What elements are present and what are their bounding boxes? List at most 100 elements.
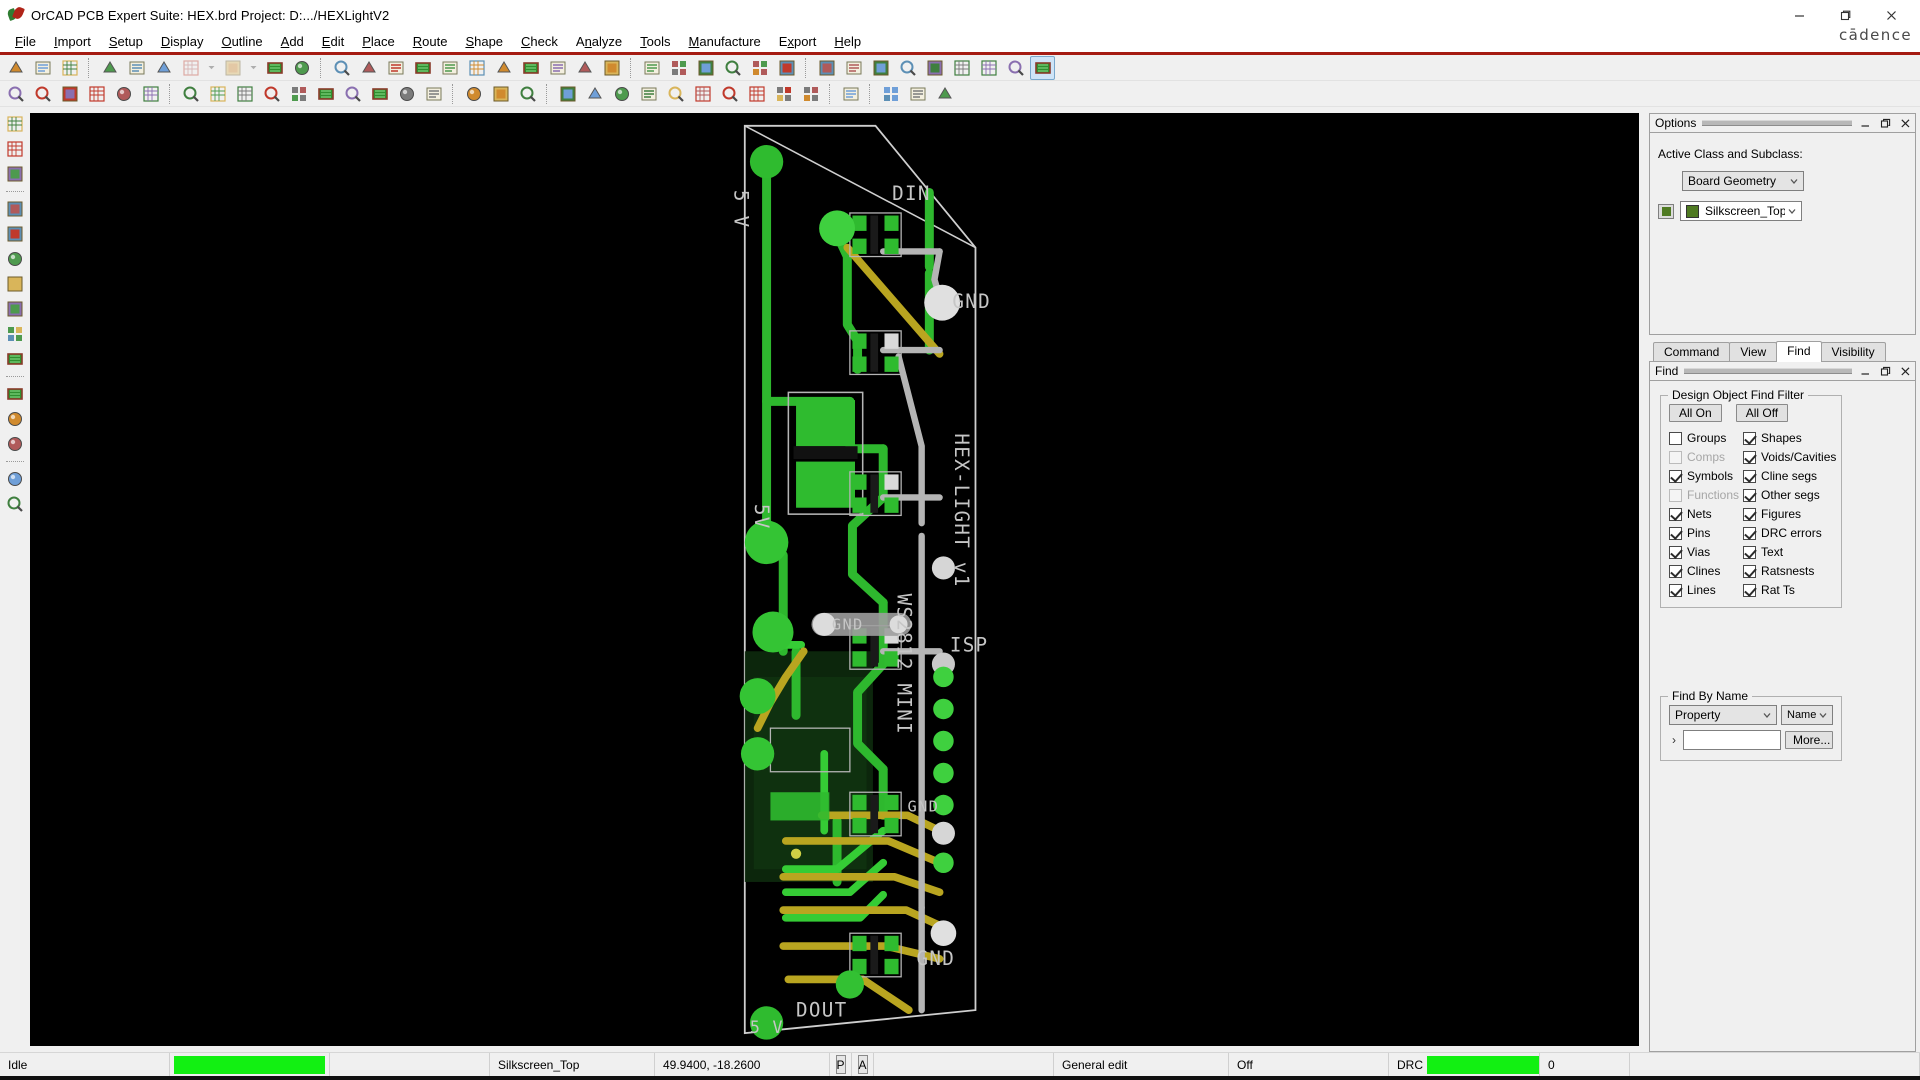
redraw-icon[interactable] bbox=[545, 56, 570, 80]
menu-item-export[interactable]: Export bbox=[770, 32, 826, 51]
tab-view[interactable]: View bbox=[1729, 342, 1777, 362]
rail-add-via-icon[interactable] bbox=[3, 468, 27, 490]
rail-drc-icon[interactable] bbox=[3, 383, 27, 405]
zoom-selection-icon[interactable] bbox=[518, 56, 543, 80]
move-icon[interactable] bbox=[97, 56, 122, 80]
subclass-visibility-toggle[interactable] bbox=[1658, 204, 1674, 219]
library-icon[interactable] bbox=[582, 82, 607, 106]
oval-icon[interactable] bbox=[367, 82, 392, 106]
rail-spread-icon[interactable] bbox=[3, 298, 27, 320]
zoom-window-icon[interactable] bbox=[410, 56, 435, 80]
grid-toggle-icon[interactable] bbox=[356, 56, 381, 80]
all-on-button[interactable]: All On bbox=[1669, 404, 1722, 422]
find-filter-other-segs[interactable]: Other segs bbox=[1743, 488, 1836, 502]
menu-item-outline[interactable]: Outline bbox=[212, 32, 271, 51]
rail-fanout-icon[interactable] bbox=[3, 273, 27, 295]
find-filter-clines[interactable]: Clines bbox=[1669, 564, 1739, 578]
find-close-icon[interactable] bbox=[1898, 364, 1912, 378]
component-place-icon[interactable] bbox=[461, 82, 486, 106]
rail-delay-tune-icon[interactable] bbox=[3, 248, 27, 270]
save-file-icon[interactable] bbox=[57, 56, 82, 80]
rail-new-symbol-icon[interactable] bbox=[3, 113, 27, 135]
spin-icon[interactable] bbox=[262, 56, 287, 80]
shape-add-poly-icon[interactable] bbox=[30, 82, 55, 106]
rail-pencil-icon[interactable] bbox=[3, 493, 27, 515]
pin-icon[interactable] bbox=[289, 56, 314, 80]
menu-item-setup[interactable]: Setup bbox=[100, 32, 152, 51]
pcb-design-canvas[interactable]: 5 V DIN GND 5V WS2812 MINI HEX-LIGHT v1 … bbox=[30, 113, 1639, 1046]
menu-item-tools[interactable]: Tools bbox=[631, 32, 679, 51]
cm-table-icon[interactable] bbox=[747, 56, 772, 80]
find-name-select[interactable]: Name bbox=[1781, 705, 1833, 725]
padstack-icon[interactable] bbox=[609, 82, 634, 106]
line-add-icon[interactable] bbox=[178, 82, 203, 106]
status-key-p[interactable]: P bbox=[830, 1053, 852, 1076]
rail-rect-icon[interactable] bbox=[3, 433, 27, 455]
find-filter-vias[interactable]: Vias bbox=[1669, 545, 1739, 559]
select-arrow-icon[interactable] bbox=[259, 82, 284, 106]
waveform-icon[interactable] bbox=[905, 82, 930, 106]
active-class-select[interactable]: Board Geometry bbox=[1682, 171, 1804, 191]
find-filter-text[interactable]: Text bbox=[1743, 545, 1836, 559]
menu-item-help[interactable]: Help bbox=[825, 32, 870, 51]
refdes-grid-icon[interactable] bbox=[663, 82, 688, 106]
find-search-input[interactable] bbox=[1683, 730, 1781, 750]
circle-add-icon[interactable] bbox=[232, 82, 257, 106]
find-filter-groups[interactable]: Groups bbox=[1669, 431, 1739, 445]
globe-grid-icon[interactable] bbox=[774, 56, 799, 80]
array-icon[interactable] bbox=[771, 82, 796, 106]
menu-item-add[interactable]: Add bbox=[272, 32, 313, 51]
delete-icon[interactable] bbox=[151, 56, 176, 80]
status-drc[interactable]: DRC bbox=[1389, 1053, 1540, 1076]
tab-find[interactable]: Find bbox=[1776, 341, 1821, 362]
find-filter-nets[interactable]: Nets bbox=[1669, 507, 1739, 521]
zoom-previous-icon[interactable] bbox=[491, 56, 516, 80]
layer-stack-icon[interactable] bbox=[720, 56, 745, 80]
find-filter-shapes[interactable]: Shapes bbox=[1743, 431, 1836, 445]
expander-icon[interactable]: › bbox=[1669, 733, 1679, 747]
subclass-color-icon[interactable] bbox=[693, 56, 718, 80]
copy-icon[interactable] bbox=[124, 56, 149, 80]
highlight-icon[interactable] bbox=[895, 56, 920, 80]
snake-route-icon[interactable] bbox=[744, 82, 769, 106]
constraint-manager-icon[interactable] bbox=[841, 56, 866, 80]
rp-pins-icon[interactable] bbox=[838, 82, 863, 106]
find-filter-drc-errors[interactable]: DRC errors bbox=[1743, 526, 1836, 540]
shape-check-icon[interactable] bbox=[84, 82, 109, 106]
menu-item-check[interactable]: Check bbox=[512, 32, 567, 51]
arc-icon[interactable] bbox=[313, 82, 338, 106]
find-filter-pins[interactable]: Pins bbox=[1669, 526, 1739, 540]
light-on-icon[interactable] bbox=[922, 56, 947, 80]
bars-icon[interactable] bbox=[976, 56, 1001, 80]
flip-design-icon[interactable] bbox=[599, 56, 624, 80]
status-key-a[interactable]: A bbox=[852, 1053, 874, 1076]
grid-sparkle-icon[interactable] bbox=[639, 56, 664, 80]
find-filter-cline-segs[interactable]: Cline segs bbox=[1743, 469, 1836, 483]
camera-icon[interactable] bbox=[636, 82, 661, 106]
dimension-linear-icon[interactable] bbox=[515, 82, 540, 106]
drill-chart-icon[interactable] bbox=[717, 82, 742, 106]
find-filter-lines[interactable]: Lines bbox=[1669, 583, 1739, 597]
color-views-icon[interactable] bbox=[329, 56, 354, 80]
find-filter-voids-cavities[interactable]: Voids/Cavities bbox=[1743, 450, 1836, 464]
menu-item-import[interactable]: Import bbox=[45, 32, 100, 51]
color-palette-icon[interactable] bbox=[666, 56, 691, 80]
filled-rect-icon[interactable] bbox=[394, 82, 419, 106]
menu-item-display[interactable]: Display bbox=[152, 32, 213, 51]
shape-fill-icon[interactable] bbox=[111, 82, 136, 106]
hourglass-icon[interactable] bbox=[1003, 56, 1028, 80]
find-filter-symbols[interactable]: Symbols bbox=[1669, 469, 1739, 483]
zoom-out-icon[interactable] bbox=[464, 56, 489, 80]
active-subclass-select[interactable]: Silkscreen_Top bbox=[1680, 201, 1802, 221]
new-file-icon[interactable] bbox=[3, 56, 28, 80]
view-3d-icon[interactable] bbox=[572, 56, 597, 80]
menu-item-file[interactable]: File bbox=[6, 32, 45, 51]
menu-item-place[interactable]: Place bbox=[353, 32, 404, 51]
rail-net-schedule-icon[interactable] bbox=[3, 348, 27, 370]
all-off-button[interactable]: All Off bbox=[1736, 404, 1788, 422]
menu-item-analyze[interactable]: Analyze bbox=[567, 32, 631, 51]
shape-void-icon[interactable] bbox=[138, 82, 163, 106]
signal-analysis-icon[interactable] bbox=[878, 82, 903, 106]
find-filter-rat-ts[interactable]: Rat Ts bbox=[1743, 583, 1836, 597]
rounded-rect-icon[interactable] bbox=[340, 82, 365, 106]
